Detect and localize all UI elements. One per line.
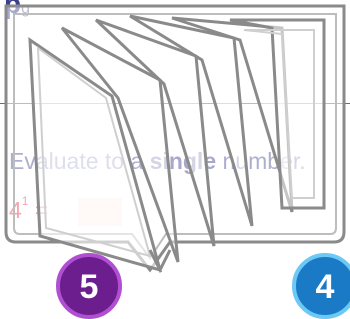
next-button[interactable]: 4 <box>292 253 350 319</box>
header-partial-letter: p <box>4 0 22 19</box>
equation-exponent: 1 <box>21 194 29 209</box>
header-partial: pg <box>4 0 30 20</box>
instruction-prefix: Evaluate to a <box>9 148 150 174</box>
header-partial-sub: g <box>21 0 31 17</box>
open-book-icon <box>4 4 346 274</box>
instruction-emphasis: single <box>149 148 217 174</box>
instruction-text: Evaluate to a single number. <box>9 148 306 175</box>
equation-base: 4 <box>9 197 22 223</box>
previous-button-label: 5 <box>79 268 99 306</box>
equals-sign: = <box>34 197 49 223</box>
section-divider <box>0 103 350 104</box>
previous-button[interactable]: 5 <box>56 253 122 319</box>
exercise-page: pg Evaluate to a single number. 41 = 5 4 <box>0 0 350 319</box>
next-button-label: 4 <box>315 268 335 306</box>
equation: 41 = <box>9 194 49 224</box>
answer-input[interactable] <box>78 198 122 226</box>
instruction-suffix: number. <box>216 148 306 174</box>
